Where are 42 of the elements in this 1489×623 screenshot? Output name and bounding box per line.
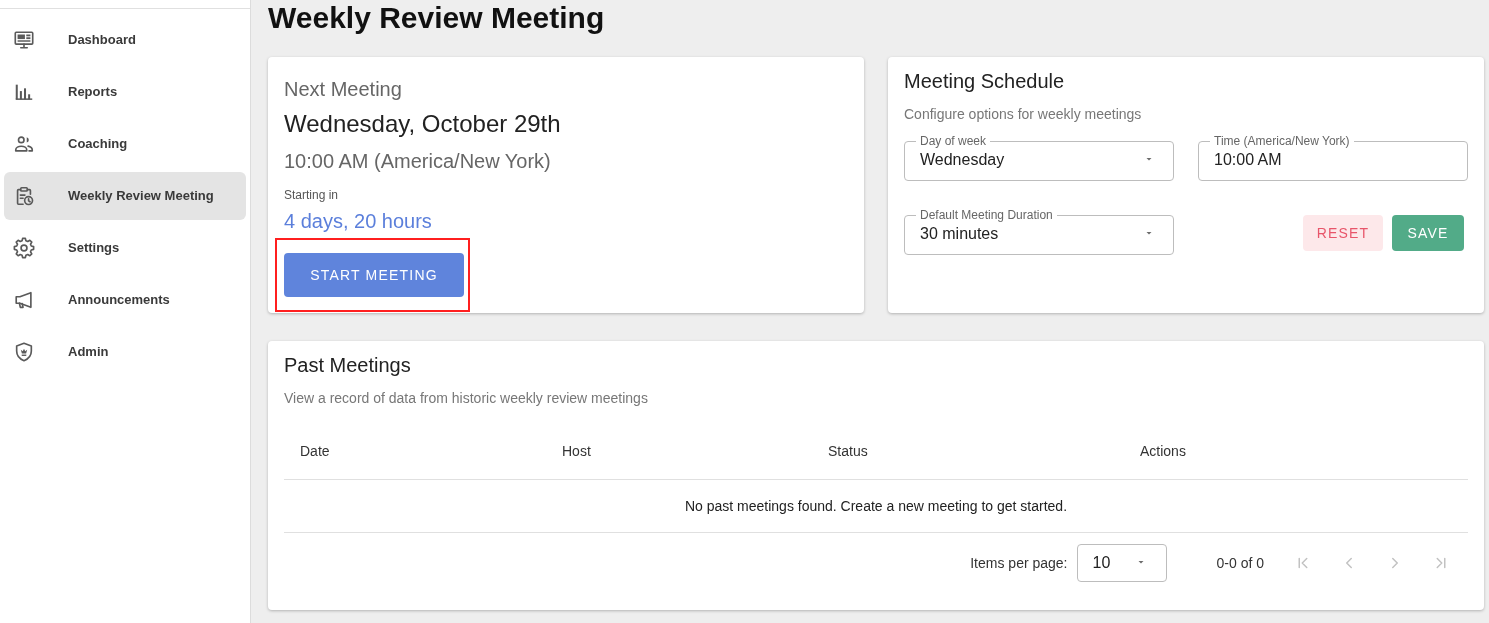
field-value: 30 minutes	[920, 224, 999, 244]
card-heading: Next Meeting	[284, 77, 402, 102]
sidebar-item[interactable]: Announcements	[4, 276, 246, 324]
monitor-icon	[13, 29, 35, 51]
page-range: 0-0 of 0	[1216, 553, 1264, 573]
sidebar-item[interactable]: Weekly Review Meeting	[4, 172, 246, 220]
card-title: Past Meetings	[284, 353, 412, 378]
sidebar-item[interactable]: Dashboard	[4, 16, 246, 64]
column-header: Status	[828, 442, 868, 461]
start-meeting-button[interactable]: START MEETING	[284, 253, 464, 297]
select-field[interactable]: Default Meeting Duration 30 minutes	[904, 208, 1174, 255]
settings-icon	[13, 237, 35, 259]
meeting-time: 10:00 AM (America/New York)	[284, 149, 551, 174]
countdown-label: Starting in	[284, 187, 339, 203]
caret-icon	[1144, 231, 1154, 237]
card-subtitle: Configure options for weekly meetings	[904, 105, 1143, 124]
page-title: Weekly Review Meeting	[268, 0, 605, 36]
column-header: Actions	[1140, 442, 1186, 461]
countdown: 4 days, 20 hours	[284, 209, 432, 234]
items-per-page-label: Items per page:	[970, 553, 1068, 573]
sidebar-item[interactable]: Reports	[4, 68, 246, 116]
field-label: Time (America/New York)	[1213, 134, 1351, 148]
page-size-select[interactable]: 10	[1076, 544, 1167, 582]
field-value: 10:00 AM	[1214, 150, 1282, 170]
field-value: Wednesday	[920, 150, 1005, 170]
field-label: Default Meeting Duration	[919, 208, 1054, 222]
meeting-date: Wednesday, October 29th	[284, 109, 561, 139]
sidebar-item[interactable]: Settings	[4, 224, 246, 272]
input-field[interactable]: Time (America/New York) 10:00 AM	[1198, 134, 1468, 181]
sidebar-item[interactable]: Coaching	[4, 120, 246, 168]
empty-table-message: No past meetings found. Create a new meeting to get started.	[684, 496, 1068, 516]
select-field[interactable]: Day of week Wednesday	[904, 134, 1174, 181]
column-header: Host	[562, 442, 591, 461]
column-header: Date	[300, 442, 330, 461]
card-title: Meeting Schedule	[904, 69, 1066, 94]
caret-icon	[1144, 157, 1154, 163]
people-icon	[13, 133, 35, 155]
shield-crown-icon	[13, 341, 35, 363]
megaphone-icon	[13, 289, 35, 311]
field-label: Day of week	[919, 134, 988, 148]
card-subtitle: View a record of data from historic weekly review meetings	[284, 389, 649, 408]
sidebar-item[interactable]: Admin	[4, 328, 246, 376]
